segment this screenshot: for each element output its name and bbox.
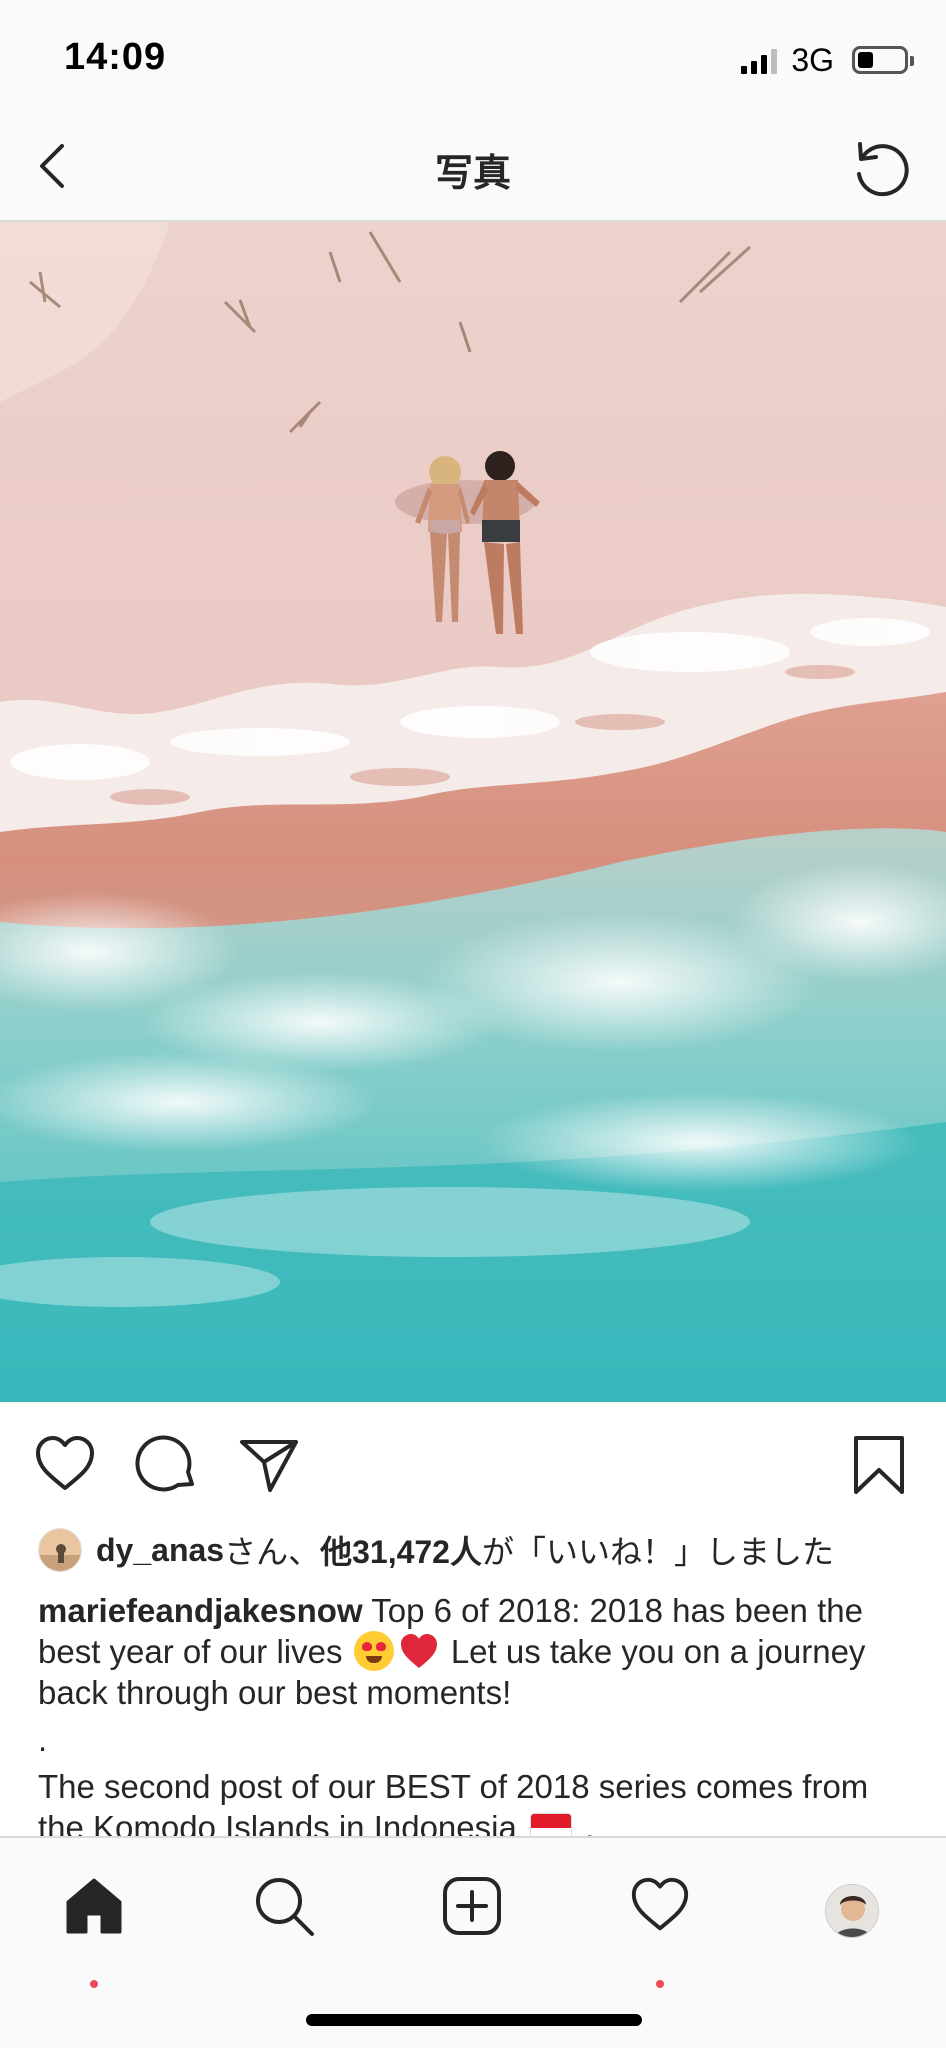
battery-level [858,52,873,68]
comment-bubble-icon [135,1435,194,1492]
navigation-bar: 写真 [0,112,946,222]
comment-button[interactable] [134,1432,200,1498]
post-actions [0,1402,946,1522]
likes-count[interactable]: 他31,472人 [320,1527,482,1573]
tab-home[interactable] [54,1874,134,1988]
profile-avatar [825,1884,879,1938]
red-heart-emoji [400,1634,437,1668]
status-time: 14:09 [64,36,167,78]
likes-summary[interactable]: dy_anas さん、 他31,472人 が「いいね！」しました [38,1522,916,1578]
caption-username[interactable]: mariefeandjakesnow [38,1592,363,1629]
like-button[interactable] [32,1432,98,1498]
caption-separator: . [38,1721,48,1758]
home-indicator[interactable] [306,2014,642,2026]
status-indicators: 3G [741,40,914,80]
heart-icon [631,1877,689,1931]
save-button[interactable] [846,1432,912,1498]
avatar[interactable] [38,1528,82,1572]
liker-username[interactable]: dy_anas [96,1532,224,1569]
share-button[interactable] [236,1432,302,1498]
tab-activity[interactable] [620,1874,700,1988]
bookmark-icon [854,1436,904,1494]
home-notification-dot [90,1980,98,1988]
signal-icon [741,46,778,74]
beach-aerial-image [0,222,946,1402]
heart-icon [36,1436,94,1490]
search-icon [256,1878,314,1936]
page-title: 写真 [434,153,511,195]
tab-search[interactable] [244,1874,324,1954]
paper-plane-icon [240,1440,298,1492]
refresh-button[interactable] [846,132,916,202]
status-bar: 14:09 3G [0,0,946,112]
post-photo[interactable] [0,222,946,1402]
likes-connector: さん、 [224,1534,321,1570]
home-icon [66,1878,122,1934]
instagram-post-screen: 14:09 3G 写真 dy_anas さん、 他31,472人 が「いいね！」… [0,0,946,2048]
caption-paragraph-1: mariefeandjakesnow Top 6 of 2018: 2018 h… [38,1590,918,1713]
activity-notification-dot [656,1980,664,1988]
likes-suffix: が「いいね！」しました [481,1534,834,1570]
battery-icon [852,46,914,74]
network-type: 3G [791,41,834,78]
heart-eyes-emoji [353,1631,394,1671]
caption-text-3: The second post of our BEST of 2018 seri… [38,1768,869,1846]
add-post-icon [443,1877,501,1935]
post-caption: mariefeandjakesnow Top 6 of 2018: 2018 h… [38,1590,918,1854]
tab-profile[interactable] [812,1874,892,1954]
tab-add[interactable] [432,1874,512,1954]
refresh-icon [857,142,909,197]
